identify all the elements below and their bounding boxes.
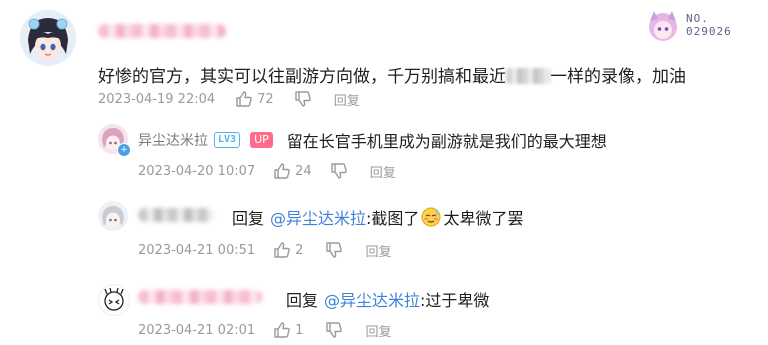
reply2-timestamp: 2023-04-21 00:51 bbox=[138, 242, 256, 258]
root-timestamp: 2023-04-19 22:04 bbox=[98, 91, 216, 107]
fan-badge[interactable]: NO. 029026 bbox=[646, 6, 746, 44]
thumb-down-icon[interactable] bbox=[325, 321, 343, 339]
reply3-like-count: 1 bbox=[295, 322, 304, 338]
root-reply-button[interactable]: 回复 bbox=[334, 90, 360, 109]
reply1-username[interactable]: 异尘达米拉 bbox=[138, 130, 208, 150]
blush-emoji-icon bbox=[421, 207, 441, 227]
reply2-mention-link[interactable]: @异尘达米拉 bbox=[270, 205, 366, 229]
anime-avatar-icon bbox=[98, 201, 128, 231]
root-user-avatar[interactable] bbox=[20, 10, 76, 66]
thumb-up-icon[interactable] bbox=[273, 241, 291, 259]
reply3-text-content: :过于卑微 bbox=[420, 291, 490, 310]
reply2-meta: 2023-04-21 00:51 2 回复 bbox=[138, 241, 391, 260]
reply1-header: 异尘达米拉 LV3 UP 留在长官手机里成为副游就是我们的最大理想 bbox=[138, 128, 607, 152]
root-username-redacted[interactable] bbox=[98, 24, 226, 38]
reply2-username-redacted[interactable] bbox=[138, 208, 214, 222]
reply3-user-avatar[interactable] bbox=[98, 284, 130, 316]
thumb-up-icon[interactable] bbox=[273, 321, 291, 339]
reply1-timestamp: 2023-04-20 10:07 bbox=[138, 163, 256, 179]
thumb-down-icon[interactable] bbox=[325, 241, 343, 259]
root-comment-text: 好惨的官方，其实可以往副游方向做，千万别搞和最近 一样的录像，加油 bbox=[98, 62, 686, 87]
anime-avatar-icon bbox=[20, 10, 76, 66]
reply3-reply-button[interactable]: 回复 bbox=[365, 321, 391, 340]
thumb-down-icon[interactable] bbox=[330, 162, 348, 180]
thumb-up-icon[interactable] bbox=[235, 90, 253, 108]
reply1-like-count: 24 bbox=[295, 163, 312, 179]
reply2-user-avatar[interactable] bbox=[98, 201, 128, 231]
reply3-reply-prefix: 回复 bbox=[286, 291, 319, 310]
redacted-mention-block bbox=[506, 68, 550, 84]
reply3-mention-link[interactable]: @异尘达米拉 bbox=[324, 287, 420, 311]
reply1-reply-button[interactable]: 回复 bbox=[370, 162, 396, 181]
fan-badge-prefix: NO. bbox=[686, 12, 709, 25]
root-comment-text-after: 一样的录像，加油 bbox=[550, 67, 686, 87]
reply2-text: 回复 @异尘达米拉 :截图了 太卑微了罢 bbox=[232, 205, 523, 229]
reply3-timestamp: 2023-04-21 02:01 bbox=[138, 322, 256, 338]
reply2-reply-prefix: 回复 bbox=[232, 209, 265, 228]
reply3-text: 回复 @异尘达米拉 :过于卑微 bbox=[286, 287, 489, 311]
reply1-text: 留在长官手机里成为副游就是我们的最大理想 bbox=[286, 132, 607, 151]
reply3-username-redacted[interactable] bbox=[138, 290, 262, 304]
fan-badge-number: 029026 bbox=[686, 25, 732, 38]
root-comment-meta: 2023-04-19 22:04 72 回复 bbox=[98, 90, 360, 109]
thumb-down-icon[interactable] bbox=[294, 90, 312, 108]
reply2-text-after: 太卑微了罢 bbox=[443, 209, 524, 228]
root-comment-text-before: 好惨的官方，其实可以往副游方向做，千万别搞和最近 bbox=[98, 67, 506, 87]
reply3-meta: 2023-04-21 02:01 1 回复 bbox=[138, 321, 391, 340]
root-like-count: 72 bbox=[257, 91, 274, 107]
reply1-meta: 2023-04-20 10:07 24 回复 bbox=[138, 162, 396, 181]
reply2-text-before: :截图了 bbox=[366, 209, 420, 228]
verified-icon: + bbox=[117, 143, 131, 157]
reply2-reply-button[interactable]: 回复 bbox=[365, 241, 391, 260]
doodle-avatar-icon bbox=[104, 287, 124, 311]
thumb-up-icon[interactable] bbox=[273, 162, 291, 180]
reply2-like-count: 2 bbox=[295, 242, 304, 258]
up-badge: UP bbox=[250, 132, 273, 148]
fan-badge-character-icon bbox=[649, 11, 677, 41]
level-badge: LV3 bbox=[214, 132, 241, 148]
